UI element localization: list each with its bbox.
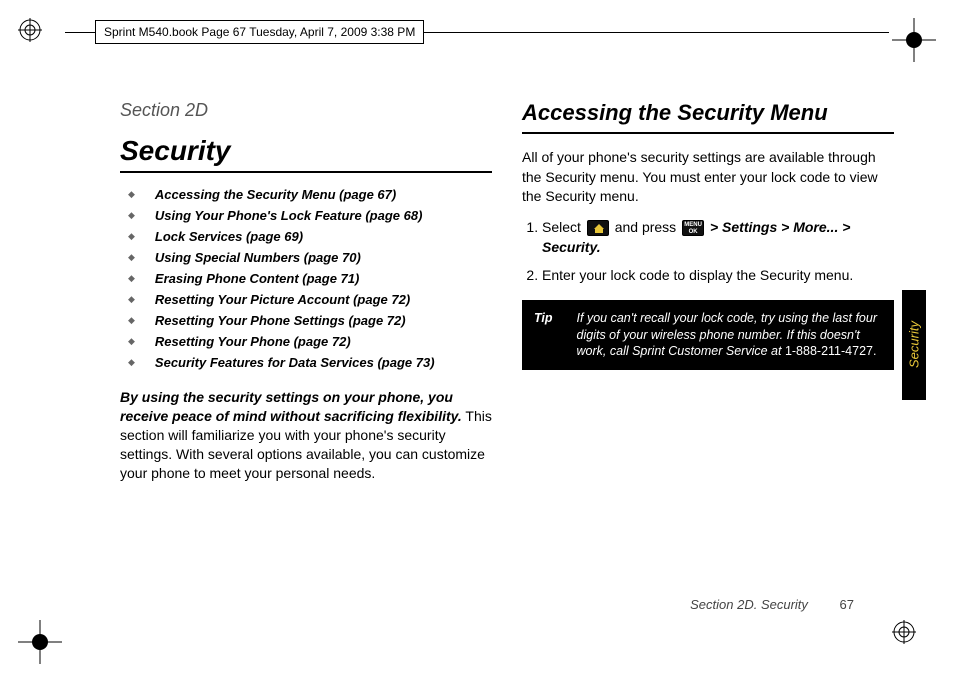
toc-item: ◆ Resetting Your Phone (page 72)	[128, 334, 492, 349]
toc-label: Resetting Your Phone Settings (page 72)	[155, 313, 406, 328]
page-title: Security	[120, 135, 492, 167]
document-header: Sprint M540.book Page 67 Tuesday, April …	[65, 18, 889, 46]
diamond-bullet-icon: ◆	[128, 210, 135, 221]
diamond-bullet-icon: ◆	[128, 273, 135, 284]
footer-page-number: 67	[840, 597, 854, 612]
section-label: Section 2D	[120, 100, 492, 121]
diamond-bullet-icon: ◆	[128, 294, 135, 305]
step-item: Select and press MENUOK > Settings > Mor…	[542, 217, 894, 258]
tip-body: If you can't recall your lock code, try …	[577, 310, 882, 361]
title-rule	[120, 171, 492, 173]
registration-mark-icon	[892, 620, 936, 664]
section-side-tab: Security	[902, 290, 926, 400]
toc-item: ◆ Resetting Your Picture Account (page 72…	[128, 292, 492, 307]
header-info-box: Sprint M540.book Page 67 Tuesday, April …	[95, 20, 424, 44]
page-body: Section 2D Security ◆ Accessing the Secur…	[120, 100, 894, 612]
toc-item: ◆ Accessing the Security Menu (page 67)	[128, 187, 492, 202]
step1-text-b: and press	[611, 219, 680, 235]
tip-box: Tip If you can't recall your lock code, …	[522, 300, 894, 371]
side-tab-label: Security	[907, 322, 922, 369]
step2-text: Enter your lock code to display the Secu…	[542, 267, 853, 283]
toc-item: ◆ Lock Services (page 69)	[128, 229, 492, 244]
diamond-bullet-icon: ◆	[128, 189, 135, 200]
menu-ok-key-icon: MENUOK	[682, 220, 704, 236]
toc-label: Accessing the Security Menu (page 67)	[155, 187, 396, 202]
toc-label: Lock Services (page 69)	[155, 229, 303, 244]
header-text: Sprint M540.book Page 67 Tuesday, April …	[104, 25, 415, 39]
diamond-bullet-icon: ◆	[128, 231, 135, 242]
crop-mark-icon	[892, 18, 936, 62]
footer-section-label: Section 2D. Security	[690, 597, 808, 612]
toc-item: ◆ Using Special Numbers (page 70)	[128, 250, 492, 265]
toc-label: Security Features for Data Services (pag…	[155, 355, 435, 370]
tip-phone: 1-888-211-4727.	[785, 344, 877, 358]
toc-label: Erasing Phone Content (page 71)	[155, 271, 359, 286]
registration-mark-icon	[18, 18, 62, 62]
toc-item: ◆ Resetting Your Phone Settings (page 72)	[128, 313, 492, 328]
toc-label: Resetting Your Phone (page 72)	[155, 334, 351, 349]
diamond-bullet-icon: ◆	[128, 315, 135, 326]
crop-mark-icon	[18, 620, 62, 664]
right-column: Accessing the Security Menu All of your …	[522, 100, 894, 612]
toc-label: Resetting Your Picture Account (page 72)	[155, 292, 410, 307]
diamond-bullet-icon: ◆	[128, 252, 135, 263]
toc-label: Using Special Numbers (page 70)	[155, 250, 361, 265]
steps-list: Select and press MENUOK > Settings > Mor…	[522, 217, 894, 286]
home-key-icon	[587, 220, 609, 236]
toc-item: ◆ Using Your Phone's Lock Feature (page 6…	[128, 208, 492, 223]
diamond-bullet-icon: ◆	[128, 336, 135, 347]
heading-rule	[522, 132, 894, 134]
intro-lead: By using the security settings on your p…	[120, 389, 462, 424]
diamond-bullet-icon: ◆	[128, 357, 135, 368]
section-heading: Accessing the Security Menu	[522, 100, 894, 126]
step1-text-a: Select	[542, 219, 585, 235]
toc-list: ◆ Accessing the Security Menu (page 67) ◆…	[128, 187, 492, 370]
toc-item: ◆ Erasing Phone Content (page 71)	[128, 271, 492, 286]
left-column: Section 2D Security ◆ Accessing the Secur…	[120, 100, 492, 612]
toc-label: Using Your Phone's Lock Feature (page 68…	[155, 208, 422, 223]
intro-paragraph: By using the security settings on your p…	[120, 388, 492, 482]
section-intro: All of your phone's security settings ar…	[522, 148, 894, 207]
step-item: Enter your lock code to display the Secu…	[542, 265, 894, 285]
toc-item: ◆ Security Features for Data Services (pa…	[128, 355, 492, 370]
page-footer: Section 2D. Security 67	[690, 597, 854, 612]
tip-label: Tip	[534, 310, 553, 361]
